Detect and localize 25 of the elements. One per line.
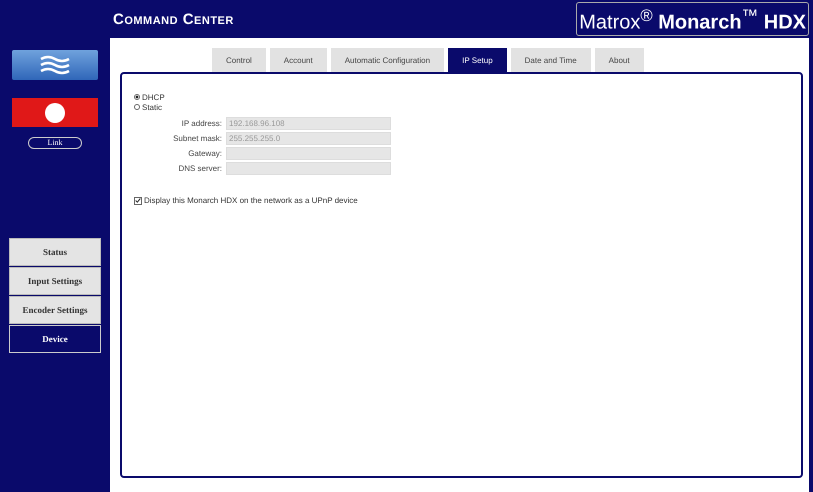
waves-icon — [38, 54, 72, 76]
upnp-checkbox[interactable]: Display this Monarch HDX on the network as a UPnP device — [134, 196, 358, 205]
checkmark-icon — [135, 196, 141, 205]
tab[interactable]: About — [594, 48, 644, 72]
tab[interactable]: Account — [270, 48, 327, 72]
nav-button[interactable]: Encoder Settings — [9, 296, 101, 324]
tab[interactable]: Automatic Configuration — [330, 48, 444, 72]
field-label: DNS server: — [177, 164, 222, 173]
field-label: Subnet mask: — [172, 134, 222, 143]
field-label: Gateway: — [187, 149, 222, 158]
tab[interactable]: IP Setup — [448, 48, 507, 72]
tab[interactable]: Date and Time — [510, 48, 591, 72]
radio-option[interactable]: DHCP — [134, 92, 165, 102]
record-icon — [44, 102, 66, 124]
record-button[interactable] — [12, 98, 98, 127]
tab[interactable]: Control — [212, 48, 266, 72]
nav-button[interactable]: Device — [9, 325, 101, 353]
link-button[interactable]: Link — [28, 137, 82, 149]
radio-option[interactable]: Static — [134, 102, 162, 112]
nav-button[interactable]: Status — [9, 238, 101, 266]
product-logo: Matrox$^{®}$ Monarch$^{™}$ HDX — [576, 2, 809, 36]
app-title: Command Center — [113, 10, 234, 28]
field-label: IP address: — [180, 119, 222, 128]
nav-button[interactable]: Input Settings — [9, 267, 101, 295]
stream-button[interactable] — [12, 50, 98, 80]
